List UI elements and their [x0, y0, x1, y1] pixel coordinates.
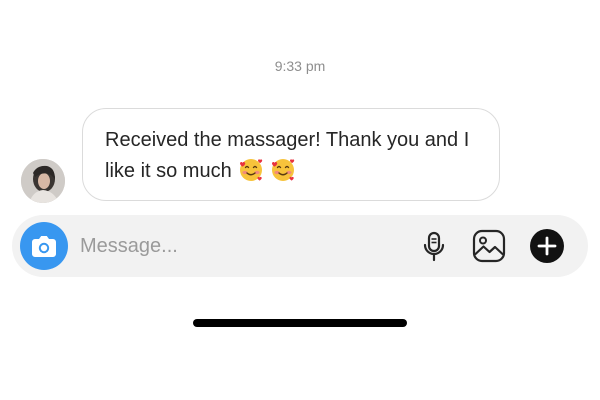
message-composer	[12, 215, 588, 277]
plus-circle-icon	[530, 229, 564, 263]
sender-avatar[interactable]	[21, 159, 65, 203]
add-button[interactable]	[529, 228, 565, 264]
message-input[interactable]	[80, 231, 390, 261]
microphone-icon	[423, 231, 445, 262]
camera-icon	[32, 236, 56, 257]
camera-button[interactable]	[20, 222, 68, 270]
gallery-button[interactable]	[471, 228, 507, 264]
home-indicator	[193, 319, 407, 327]
voice-message-button[interactable]	[416, 228, 452, 264]
smiling-face-with-hearts-icon	[238, 157, 264, 183]
image-icon	[472, 229, 506, 263]
smiling-face-with-hearts-icon	[270, 157, 296, 183]
message-timestamp: 9:33 pm	[274, 58, 326, 74]
received-message-bubble[interactable]: Received the massager! Thank you and I l…	[82, 108, 500, 201]
